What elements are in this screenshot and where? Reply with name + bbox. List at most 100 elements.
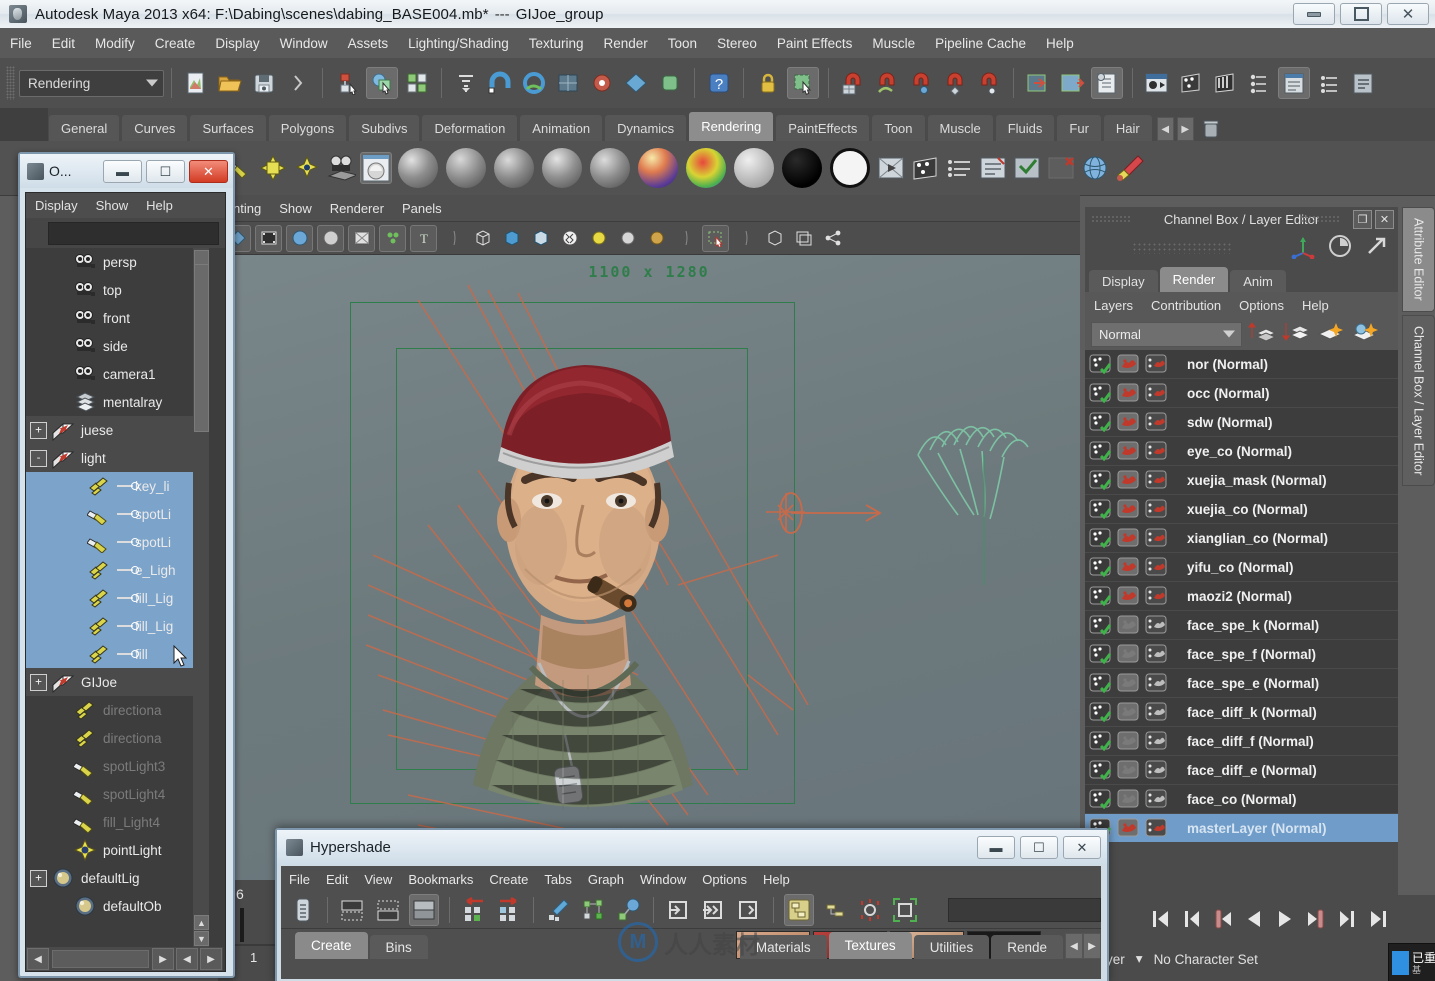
layer-renderable-icon[interactable]	[1117, 556, 1142, 578]
shelf-tab-dynamics[interactable]: Dynamics	[604, 114, 688, 141]
shelf-tab-surfaces[interactable]: Surfaces	[189, 114, 267, 141]
snap-curve-icon[interactable]	[519, 68, 549, 98]
keyframe-clock-icon[interactable]	[1328, 234, 1352, 263]
shadows-icon[interactable]	[644, 226, 669, 251]
hypershade-menu-options[interactable]: Options	[694, 870, 755, 889]
outliner-search-input[interactable]	[48, 221, 219, 245]
outliner-item[interactable]: directiona	[26, 724, 209, 752]
smooth-shade-all-icon[interactable]	[499, 226, 524, 251]
save-scene-icon[interactable]	[249, 68, 279, 98]
layer-visibility-icon[interactable]	[1089, 353, 1114, 375]
outliner-item[interactable]: directiona	[26, 696, 209, 724]
layer-renderable-icon[interactable]	[1117, 614, 1142, 636]
hypershade-tab-create[interactable]: Create	[295, 932, 368, 959]
show-both-tabs-icon[interactable]	[408, 894, 439, 926]
layer-renderable-icon[interactable]	[1117, 730, 1142, 752]
layer-renderable-icon[interactable]	[1117, 353, 1142, 375]
render-view-output-icon[interactable]	[1057, 68, 1087, 98]
attribute-editor-toggle-icon[interactable]	[1091, 67, 1123, 99]
select-tool-icon[interactable]	[787, 67, 819, 99]
layer-renderable-icon[interactable]	[1117, 643, 1142, 665]
shelf-tab-general[interactable]: General	[48, 114, 121, 141]
outliner-maximize-icon[interactable]: ☐	[146, 160, 185, 183]
smooth-shade-selected-icon[interactable]	[528, 226, 553, 251]
create-layer-from-selected-icon[interactable]	[1350, 320, 1378, 349]
menu-lighting-shading[interactable]: Lighting/Shading	[399, 33, 518, 54]
layer-visibility-icon[interactable]	[1089, 527, 1114, 549]
outliner-item[interactable]: spotLi	[26, 528, 209, 556]
hierarchy-list-icon[interactable]	[451, 68, 481, 98]
hypershade-menu-graph[interactable]: Graph	[580, 870, 632, 889]
share-node-icon[interactable]	[820, 226, 845, 251]
render-settings-icon[interactable]	[1278, 67, 1310, 99]
viewport-menu-panels[interactable]: Panels	[393, 199, 451, 218]
toolbar-grip[interactable]	[6, 66, 15, 100]
shelf-trash-icon[interactable]	[1200, 117, 1222, 141]
menu-display[interactable]: Display	[206, 33, 268, 54]
viewport-menu-renderer[interactable]: Renderer	[321, 199, 393, 218]
use-background-shader-icon[interactable]	[782, 148, 822, 188]
shelf-tab-deformation[interactable]: Deformation	[421, 114, 519, 141]
hypershade-prev-tab-icon[interactable]: ◀	[1065, 933, 1083, 959]
batch-render-shelf-icon[interactable]	[1012, 153, 1042, 183]
render-layer-row[interactable]: masterLayer (Normal)	[1085, 814, 1398, 843]
layer-override-icon[interactable]	[1145, 498, 1170, 520]
layer-override-icon[interactable]	[1145, 759, 1170, 781]
shading-map-icon[interactable]	[830, 148, 870, 188]
output-connections-icon[interactable]	[734, 895, 762, 925]
render-settings-small-icon[interactable]	[1244, 68, 1274, 98]
panel-restore-icon[interactable]: ❐	[1353, 210, 1372, 229]
snap-magnet-icon[interactable]	[655, 68, 685, 98]
layer-visibility-icon[interactable]	[1089, 411, 1114, 433]
snap-view-plane-icon[interactable]	[621, 68, 651, 98]
shelf-tab-toon[interactable]: Toon	[871, 114, 926, 141]
menu-stereo[interactable]: Stereo	[708, 33, 766, 54]
step-forward-frame-icon[interactable]	[1305, 908, 1327, 930]
delete-unused-nodes-icon[interactable]	[856, 895, 884, 925]
render-layer-row[interactable]: xuejia_mask (Normal)	[1085, 466, 1398, 495]
point-light-shelf-icon[interactable]	[292, 153, 322, 183]
render-current-frame-icon[interactable]	[1142, 68, 1172, 98]
layer-override-icon[interactable]	[1145, 382, 1170, 404]
outliner-item[interactable]: + juese	[26, 416, 209, 444]
snap-grid2-icon[interactable]	[553, 68, 583, 98]
outliner-item[interactable]: spotLight3	[26, 752, 209, 780]
layer-override-icon[interactable]	[1145, 411, 1170, 433]
clear-graph-icon[interactable]	[544, 895, 572, 925]
outliner-vertical-scrollbar[interactable]: ▲ ▼	[193, 248, 209, 948]
hypershade-tab-utilities[interactable]: Utilities	[913, 935, 990, 959]
ramp-shader-ball-icon[interactable]	[638, 148, 678, 188]
panel-close-icon[interactable]: ✕	[1375, 210, 1394, 229]
menu-file[interactable]: File	[1, 33, 41, 54]
render-layer-row[interactable]: yifu_co (Normal)	[1085, 553, 1398, 582]
outliner-item[interactable]: fill_Light4	[26, 808, 209, 836]
menu-assets[interactable]: Assets	[339, 33, 398, 54]
layer-renderable-icon[interactable]	[1117, 498, 1142, 520]
step-back-keyframe-icon[interactable]	[1181, 908, 1203, 930]
film-gate-icon[interactable]	[255, 224, 282, 252]
outliner-menu-help[interactable]: Help	[137, 196, 182, 215]
shelf-next-icon[interactable]: ▶	[1176, 117, 1194, 141]
layer-renderable-icon[interactable]	[1117, 585, 1142, 607]
render-globals-shelf-icon[interactable]	[944, 153, 974, 183]
disabled-shelf-icon[interactable]	[1046, 153, 1076, 183]
render-layer-row[interactable]: face_spe_k (Normal)	[1085, 611, 1398, 640]
hypershade-menu-edit[interactable]: Edit	[318, 870, 356, 889]
hypershade-minimize-icon[interactable]: ▬	[977, 836, 1015, 859]
menu-pipeline-cache[interactable]: Pipeline Cache	[926, 33, 1035, 54]
outliner-item[interactable]: fill_Lig	[26, 584, 209, 612]
shelf-tab-curves[interactable]: Curves	[121, 114, 189, 141]
scrollbar-thumb[interactable]	[194, 250, 209, 432]
open-scene-icon[interactable]	[215, 68, 245, 98]
scroll-down2-icon[interactable]: ▼	[194, 931, 209, 946]
shelf-tab-subdivs[interactable]: Subdivs	[348, 114, 421, 141]
hardware-texturing-icon[interactable]	[557, 226, 582, 251]
layer-visibility-icon[interactable]	[1089, 701, 1114, 723]
magnet-snap-viewplane-icon[interactable]	[974, 68, 1004, 98]
outliner-item[interactable]: pointLight	[26, 836, 209, 864]
layer-tab-render[interactable]: Render	[1159, 267, 1229, 292]
menu-texturing[interactable]: Texturing	[520, 33, 593, 54]
layer-override-icon[interactable]	[1145, 469, 1170, 491]
xray-select-icon[interactable]	[702, 224, 729, 252]
expand-icon[interactable]: +	[30, 869, 47, 887]
